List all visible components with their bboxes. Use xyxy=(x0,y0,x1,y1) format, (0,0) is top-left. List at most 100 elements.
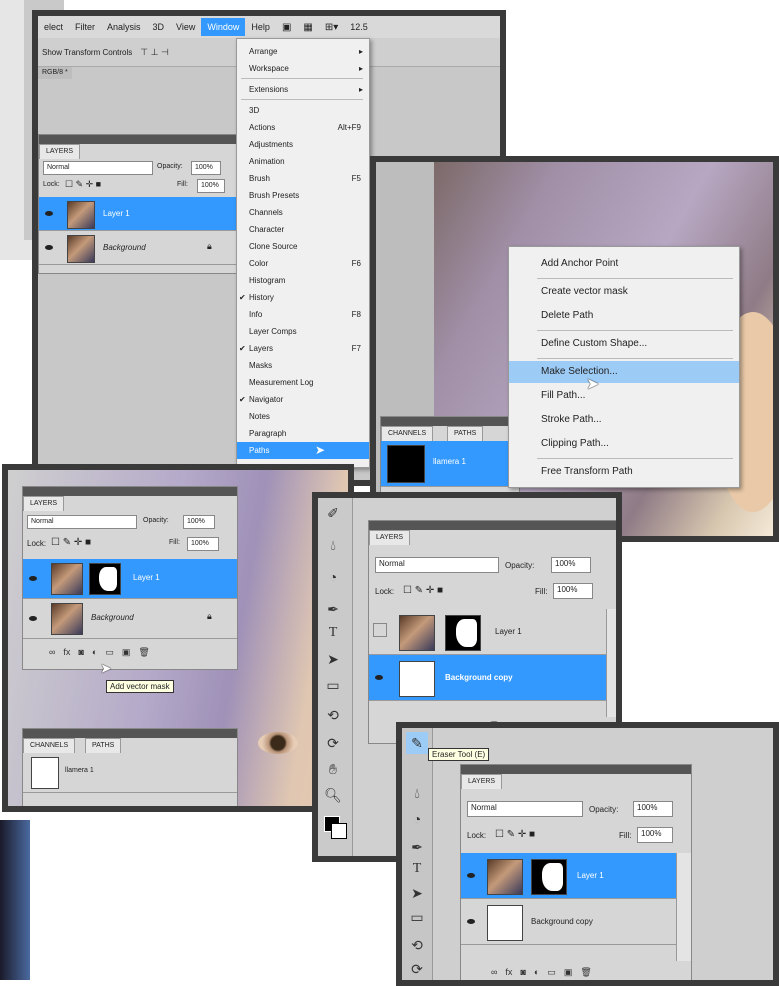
tab-paths[interactable]: PATHS xyxy=(85,738,122,753)
tab-channels[interactable]: CHANNELS xyxy=(381,426,434,441)
show-transform-controls-checkbox[interactable]: Show Transform Controls xyxy=(42,48,132,57)
view-extras-icon[interactable]: ⊞▾ xyxy=(319,22,344,33)
scrollbar[interactable] xyxy=(676,853,691,961)
context-menu-item-fill-path[interactable]: Fill Path... xyxy=(509,385,739,407)
window-menu-item-notes[interactable]: Notes xyxy=(237,408,369,425)
3d-orbit-tool-icon[interactable]: ⟳ xyxy=(406,958,428,980)
window-menu-item-info[interactable]: Info F8 xyxy=(237,306,369,323)
background-color[interactable] xyxy=(331,823,347,839)
pen-tool-icon[interactable]: ✒ xyxy=(322,598,344,620)
blur-tool-icon[interactable]: 💧︎ xyxy=(406,782,428,804)
opacity-input[interactable]: 100% xyxy=(183,515,215,529)
adjustment-layer-icon[interactable]: ◐ xyxy=(92,647,97,658)
eye-icon[interactable] xyxy=(29,616,37,621)
path-selection-tool-icon[interactable]: ➤ xyxy=(322,648,344,670)
tab-channels[interactable]: CHANNELS xyxy=(23,738,76,753)
menu-3d[interactable]: 3D xyxy=(147,22,171,32)
link-layers-icon[interactable]: ∞ xyxy=(491,967,497,978)
lock-icons[interactable]: ☐ ✎ ✛ ■ xyxy=(495,829,535,840)
type-tool-icon[interactable]: T xyxy=(322,622,344,644)
fx-icon[interactable]: fx xyxy=(63,647,70,658)
layer-row-layer-1[interactable]: Layer 1 xyxy=(23,559,237,599)
new-layer-icon[interactable]: ▣ xyxy=(564,967,573,978)
lock-icons[interactable]: ☐ ✎ ✛ ■ xyxy=(403,585,443,596)
layer-row-background[interactable]: Background 🔒︎ xyxy=(39,231,237,265)
dodge-tool-icon[interactable]: ◔ xyxy=(322,566,344,588)
window-menu-item-navigator[interactable]: Navigator ✔ xyxy=(237,391,369,408)
minibridge-icon[interactable]: ▦ xyxy=(297,22,318,33)
eye-icon[interactable] xyxy=(375,675,383,680)
eye-icon[interactable] xyxy=(45,245,53,250)
menu-window[interactable]: Window xyxy=(201,18,246,36)
opacity-input[interactable]: 100% xyxy=(633,801,673,817)
zoom-tool-icon[interactable]: 🔍︎ xyxy=(322,784,344,806)
menu-select[interactable]: elect xyxy=(38,22,69,32)
context-menu-item-define-custom-shape[interactable]: Define Custom Shape... xyxy=(509,333,739,355)
rectangle-tool-icon[interactable]: ▭ xyxy=(322,674,344,696)
3d-rotate-tool-icon[interactable]: ⟲ xyxy=(406,934,428,956)
window-menu-item-histogram[interactable]: Histogram xyxy=(237,272,369,289)
bridge-icon[interactable]: ▣ xyxy=(276,22,297,33)
3d-rotate-tool-icon[interactable]: ⟲ xyxy=(322,704,344,726)
group-icon[interactable]: ▭ xyxy=(105,647,114,658)
window-menu-item-layers[interactable]: Layers ✔ F7 xyxy=(237,340,369,357)
color-swatches[interactable] xyxy=(324,816,347,839)
eye-icon[interactable] xyxy=(467,873,475,878)
window-menu-item-arrange[interactable]: Arrange ▸ xyxy=(237,43,369,60)
vector-mask-thumbnail[interactable] xyxy=(531,859,567,895)
context-menu-item-make-selection[interactable]: Make Selection... xyxy=(509,361,739,383)
type-tool-icon[interactable]: T xyxy=(406,858,428,880)
visibility-box[interactable] xyxy=(373,623,387,637)
window-menu-item-masks[interactable]: Masks xyxy=(237,357,369,374)
vector-mask-thumbnail[interactable] xyxy=(89,563,121,595)
window-menu-item-color[interactable]: Color F6 xyxy=(237,255,369,272)
window-menu-item-paths[interactable]: Paths ➤ xyxy=(237,442,369,459)
tab-layers[interactable]: LAYERS xyxy=(23,496,65,511)
layer-row-layer-1[interactable]: Layer 1 xyxy=(461,853,677,899)
add-mask-icon[interactable]: ◙ xyxy=(520,967,525,978)
window-menu-item-brush-presets[interactable]: Brush Presets xyxy=(237,187,369,204)
window-menu-item-extensions[interactable]: Extensions ▸ xyxy=(237,81,369,98)
scrollbar[interactable] xyxy=(606,609,616,717)
align-icons[interactable]: ⊤ ⊥ ⊣ xyxy=(140,47,169,58)
eye-icon[interactable] xyxy=(45,211,53,216)
window-menu-item-character[interactable]: Character xyxy=(237,221,369,238)
context-menu-item-delete-path[interactable]: Delete Path xyxy=(509,305,739,327)
new-layer-icon[interactable]: ▣ xyxy=(122,647,131,658)
context-menu-item-add-anchor-point[interactable]: Add Anchor Point xyxy=(509,253,739,275)
fill-input[interactable]: 100% xyxy=(197,179,225,193)
blend-mode-select[interactable]: Normal xyxy=(375,557,499,573)
window-menu-item-3d[interactable]: 3D xyxy=(237,102,369,119)
document-tab[interactable]: RGB/8 * xyxy=(38,67,72,79)
window-menu-item-clone-source[interactable]: Clone Source xyxy=(237,238,369,255)
pen-tool-icon[interactable]: ✒ xyxy=(406,836,428,858)
context-menu-item-clipping-path[interactable]: Clipping Path... xyxy=(509,433,739,455)
window-menu-item-brush[interactable]: Brush F5 xyxy=(237,170,369,187)
layer-row-background-copy[interactable]: Background copy xyxy=(369,655,607,701)
layer-row-layer-1[interactable]: Layer 1 xyxy=(39,197,237,231)
window-menu-item-actions[interactable]: Actions Alt+F9 xyxy=(237,119,369,136)
window-menu-item-channels[interactable]: Channels xyxy=(237,204,369,221)
window-menu-item-workspace[interactable]: Workspace ▸ xyxy=(237,60,369,77)
menu-help[interactable]: Help xyxy=(245,22,276,32)
opacity-input[interactable]: 100% xyxy=(551,557,591,573)
path-selection-tool-icon[interactable]: ➤ xyxy=(406,882,428,904)
tab-paths[interactable]: PATHS xyxy=(447,426,484,441)
blend-mode-select[interactable]: Normal xyxy=(467,801,583,817)
path-row[interactable]: llamera 1 xyxy=(23,753,237,793)
layer-row-layer-1[interactable]: Layer 1 xyxy=(369,609,607,655)
tab-layers[interactable]: LAYERS xyxy=(369,530,411,545)
zoom-level[interactable]: 12.5 xyxy=(344,22,374,32)
fill-input[interactable]: 100% xyxy=(553,583,593,599)
context-menu-item-create-vector-mask[interactable]: Create vector mask xyxy=(509,281,739,303)
window-menu-item-adjustments[interactable]: Adjustments xyxy=(237,136,369,153)
window-menu-item-animation[interactable]: Animation xyxy=(237,153,369,170)
tab-layers[interactable]: LAYERS xyxy=(39,144,81,159)
window-menu-item-layer-comps[interactable]: Layer Comps xyxy=(237,323,369,340)
add-mask-icon[interactable]: ◙ xyxy=(78,647,83,658)
eye-icon[interactable] xyxy=(467,919,475,924)
brush-tool-icon[interactable]: ✐ xyxy=(322,502,344,524)
lock-icons[interactable]: ☐ ✎ ✛ ■ xyxy=(65,179,101,190)
blend-mode-select[interactable]: Normal xyxy=(43,161,153,175)
blur-tool-icon[interactable]: 💧︎ xyxy=(322,534,344,556)
